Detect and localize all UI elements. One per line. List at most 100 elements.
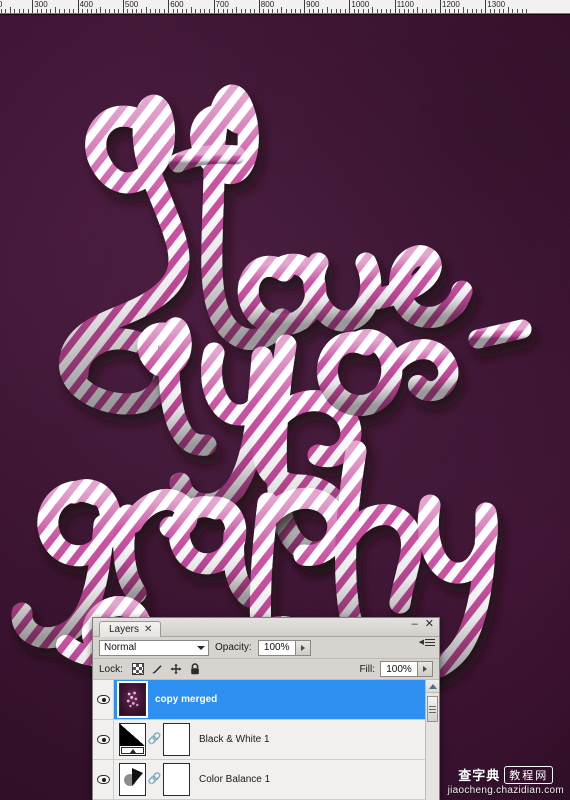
ruler-tick-minor [412, 9, 414, 13]
ruler-tick-minor [245, 9, 247, 13]
ruler-tick-minor [64, 9, 65, 13]
lock-image-icon[interactable] [151, 663, 163, 675]
ruler-tick-major [168, 0, 170, 13]
opacity-field[interactable]: 100% [257, 639, 311, 656]
ruler-tick-minor [267, 9, 269, 13]
layer-thumbnail-cell[interactable] [114, 681, 148, 718]
tab-layers[interactable]: Layers ✕ [99, 621, 162, 637]
fill-field[interactable]: 100% [380, 661, 433, 677]
ruler-tick-minor [295, 9, 297, 13]
layer-thumbnail-cell[interactable]: 🔗 [114, 763, 190, 796]
ruler-tick-minor [208, 9, 210, 13]
ruler-tick-minor [331, 9, 333, 13]
panel-menu-icon[interactable]: ◀ [419, 638, 435, 646]
ruler-tick-minor [417, 7, 419, 13]
layer-visibility-toggle[interactable] [93, 760, 114, 799]
fill-slider-button[interactable] [417, 662, 432, 676]
layer-name[interactable]: copy merged [155, 694, 217, 705]
ruler-tick-minor [195, 9, 197, 13]
layer-mask-thumbnail[interactable] [163, 763, 190, 796]
ruler-label: 1300 [487, 0, 506, 9]
ruler-tick-minor [82, 9, 84, 13]
scrollbar-grip-line [429, 708, 436, 710]
lock-transparency-icon[interactable] [131, 663, 144, 675]
panel-menu-lines-icon [425, 638, 435, 646]
table-row[interactable]: copy merged [93, 680, 439, 720]
ruler-tick-minor [467, 9, 469, 13]
ruler-label: 1200 [442, 0, 460, 9]
opacity-slider-button[interactable] [294, 640, 310, 655]
ruler-tick-major [258, 0, 260, 13]
ruler-tick-minor [426, 9, 428, 13]
layer-mask-thumbnail[interactable] [163, 723, 190, 756]
layer-visibility-toggle[interactable] [93, 680, 114, 719]
opacity-value[interactable]: 100% [258, 640, 295, 655]
layer-list[interactable]: copy merged 🔗 Black & White 1 🔗 Color Ba… [93, 680, 439, 800]
bw-gradient-shape [120, 724, 145, 747]
ruler-tick-minor [36, 9, 38, 13]
eye-icon[interactable] [96, 775, 110, 784]
bw-slider-shape [121, 747, 144, 754]
color-balance-adjustment-icon[interactable] [119, 763, 146, 796]
scrollbar-grip-line [429, 705, 436, 707]
eye-icon[interactable] [96, 735, 110, 744]
layer-visibility-toggle[interactable] [93, 720, 114, 759]
minimize-icon[interactable]: – [412, 619, 418, 630]
opacity-label: Opacity: [215, 642, 252, 653]
ruler-tick-minor [177, 9, 179, 13]
layer-list-scrollbar[interactable] [425, 680, 439, 800]
scrollbar-thumb[interactable] [427, 696, 438, 722]
black-and-white-adjustment-icon[interactable] [119, 723, 146, 756]
ruler-tick-minor [381, 9, 383, 13]
ruler-tick-minor [281, 7, 283, 13]
ruler-label: 1100 [396, 0, 414, 9]
ruler-tick-minor [453, 9, 455, 13]
ruler-tick-minor [408, 9, 410, 13]
table-row[interactable]: 🔗 Black & White 1 [93, 720, 439, 760]
panel-titlebar[interactable]: Layers ✕ – ✕ ◀ [93, 618, 439, 646]
ruler-tick-minor [154, 9, 156, 13]
artwork-thumbnail[interactable] [117, 681, 148, 718]
blend-mode-row: Normal Opacity: 100% [93, 637, 439, 659]
layers-panel[interactable]: Layers ✕ – ✕ ◀ Normal Opacity: 100% Lock… [92, 617, 440, 800]
lock-all-icon[interactable] [189, 663, 201, 675]
ruler-tick-minor [290, 9, 292, 13]
lock-position-icon[interactable] [170, 663, 182, 675]
ruler-label: 400 [79, 0, 93, 9]
artwork-thumbnail-image [120, 684, 145, 715]
ruler-tick-minor [9, 7, 11, 13]
lock-icon-group [131, 663, 201, 675]
ruler-tick-minor [109, 9, 111, 13]
ruler-tick-minor [335, 9, 337, 13]
tab-close-icon[interactable]: ✕ [144, 624, 152, 635]
close-icon[interactable]: ✕ [425, 619, 434, 630]
ruler-tick-minor [181, 9, 183, 13]
ruler-tick-minor [317, 9, 319, 13]
blend-mode-select[interactable]: Normal [99, 639, 209, 656]
eye-icon[interactable] [96, 695, 110, 704]
ruler-tick-minor [458, 9, 460, 13]
link-mask-icon[interactable]: 🔗 [148, 732, 162, 748]
link-mask-icon[interactable]: 🔗 [148, 772, 162, 788]
layer-name[interactable]: Color Balance 1 [199, 774, 270, 785]
layer-name[interactable]: Black & White 1 [199, 734, 270, 745]
ruler-tick-minor [489, 9, 491, 13]
horizontal-ruler[interactable]: 200 300 400 500 600 700 800 900 1000 1100 1200 1300 [0, 0, 570, 14]
ruler-tick-minor [385, 9, 387, 13]
ruler-label: 500 [124, 0, 139, 9]
ruler-tick-minor [322, 9, 324, 13]
ruler-tick-minor [59, 9, 61, 13]
layer-thumbnail-cell[interactable]: 🔗 [114, 723, 190, 756]
ruler-tick-major [394, 0, 396, 13]
ruler-tick-minor [390, 9, 392, 13]
ruler-tick-minor [285, 9, 287, 13]
lock-label: Lock: [99, 663, 123, 675]
ruler-label: 800 [260, 0, 275, 9]
fill-value[interactable]: 100% [381, 662, 417, 676]
ruler-tick-minor [172, 9, 174, 13]
ruler-tick-major [122, 0, 124, 13]
window-buttons[interactable]: – ✕ [412, 619, 434, 630]
ruler-tick-minor [136, 9, 138, 13]
table-row[interactable]: 🔗 Color Balance 1 [93, 760, 439, 800]
scroll-up-button[interactable] [426, 680, 439, 693]
